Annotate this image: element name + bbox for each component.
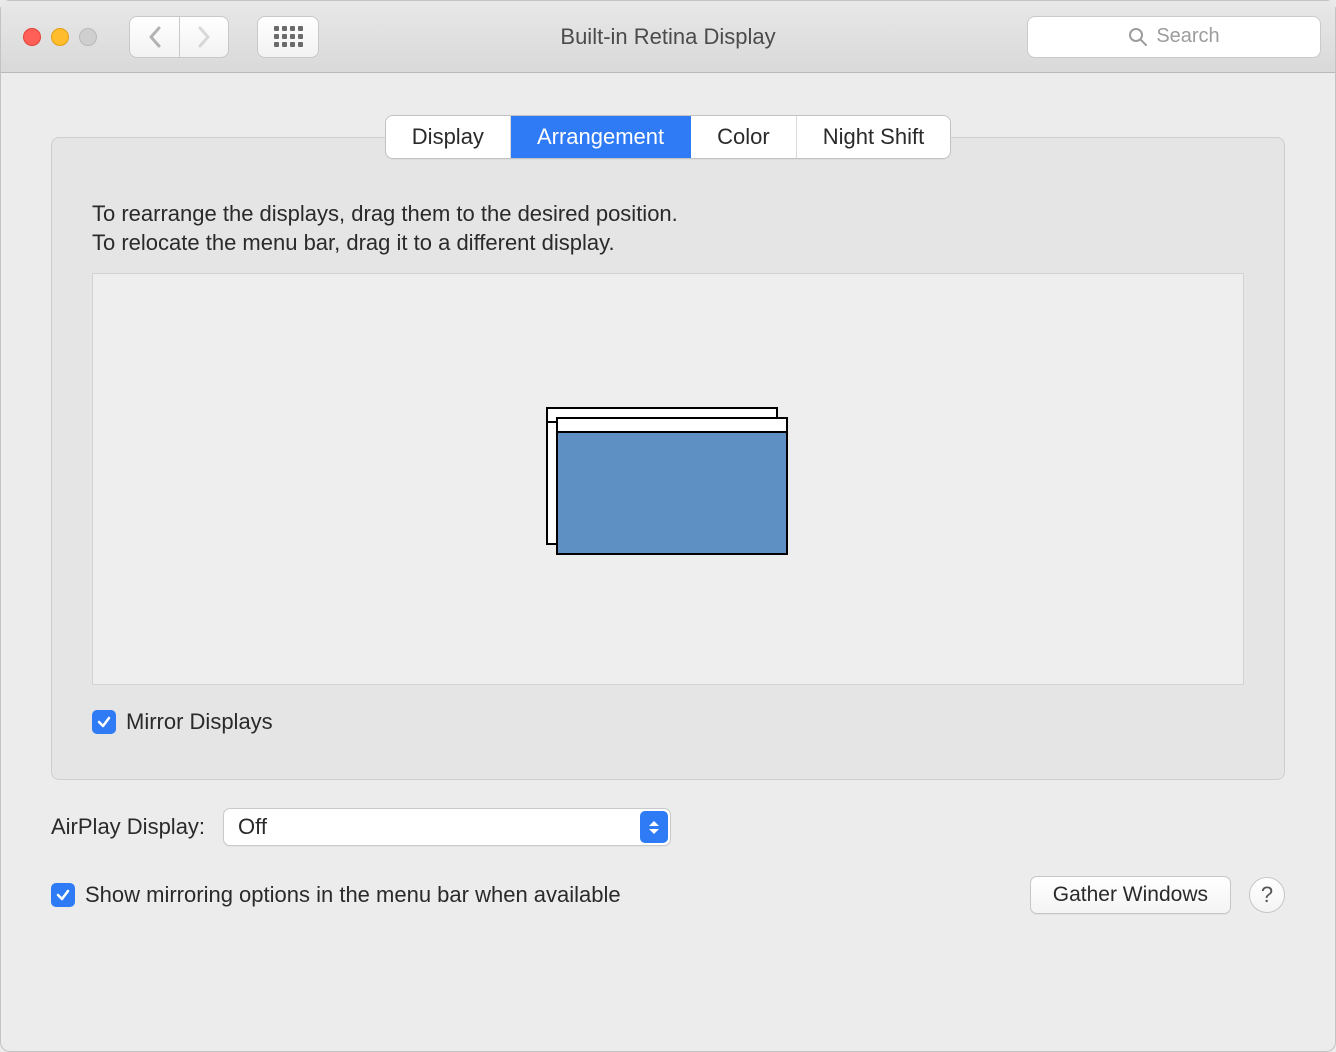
arrangement-panel: To rearrange the displays, drag them to … <box>51 137 1285 780</box>
instruction-line-2: To relocate the menu bar, drag it to a d… <box>92 229 1244 258</box>
tab-display[interactable]: Display <box>386 116 511 158</box>
mirror-displays-row: Mirror Displays <box>92 709 1244 735</box>
airplay-label: AirPlay Display: <box>51 814 205 840</box>
forward-button[interactable] <box>179 16 229 58</box>
content-area: Display Arrangement Color Night Shift To… <box>1 73 1335 780</box>
mirror-displays-checkbox[interactable] <box>92 710 116 734</box>
help-button[interactable]: ? <box>1249 877 1285 913</box>
airplay-selected-value: Off <box>238 814 267 840</box>
gather-windows-label: Gather Windows <box>1053 883 1208 907</box>
check-icon <box>55 887 71 903</box>
show-mirroring-label: Show mirroring options in the menu bar w… <box>85 882 621 908</box>
chevron-right-icon <box>197 26 211 48</box>
display-primary[interactable] <box>556 417 788 555</box>
search-input[interactable]: Search <box>1027 16 1321 58</box>
display-primary-body <box>558 433 786 553</box>
maximize-window-button <box>79 28 97 46</box>
airplay-row: AirPlay Display: Off <box>51 808 1285 846</box>
nav-buttons <box>129 16 229 58</box>
help-icon: ? <box>1261 882 1273 908</box>
back-button[interactable] <box>129 16 179 58</box>
titlebar: Built-in Retina Display Search <box>1 1 1335 73</box>
select-stepper-icon <box>640 811 668 843</box>
show-mirroring-checkbox[interactable] <box>51 883 75 907</box>
display-primary-menubar[interactable] <box>558 419 786 433</box>
tab-color[interactable]: Color <box>691 116 797 158</box>
search-icon <box>1128 27 1148 47</box>
gather-windows-button[interactable]: Gather Windows <box>1030 876 1231 914</box>
window-controls <box>23 28 97 46</box>
show-all-button[interactable] <box>257 16 319 58</box>
mirror-displays-label: Mirror Displays <box>126 709 273 735</box>
airplay-select[interactable]: Off <box>223 808 671 846</box>
chevron-left-icon <box>148 26 162 48</box>
search-placeholder: Search <box>1156 25 1219 48</box>
arrangement-canvas[interactable] <box>92 273 1244 685</box>
instruction-line-1: To rearrange the displays, drag them to … <box>92 200 1244 229</box>
tab-segment: Display Arrangement Color Night Shift <box>385 115 951 159</box>
bottom-controls: AirPlay Display: Off Show mirroring opti… <box>1 780 1335 914</box>
footer-row: Show mirroring options in the menu bar w… <box>51 876 1285 914</box>
display-stack[interactable] <box>546 407 790 551</box>
tab-bar: Display Arrangement Color Night Shift <box>51 115 1285 159</box>
tab-night-shift[interactable]: Night Shift <box>797 116 951 158</box>
check-icon <box>96 714 112 730</box>
grid-icon <box>274 26 303 47</box>
close-window-button[interactable] <box>23 28 41 46</box>
tab-arrangement[interactable]: Arrangement <box>511 116 691 158</box>
minimize-window-button[interactable] <box>51 28 69 46</box>
instructions-text: To rearrange the displays, drag them to … <box>92 200 1244 257</box>
